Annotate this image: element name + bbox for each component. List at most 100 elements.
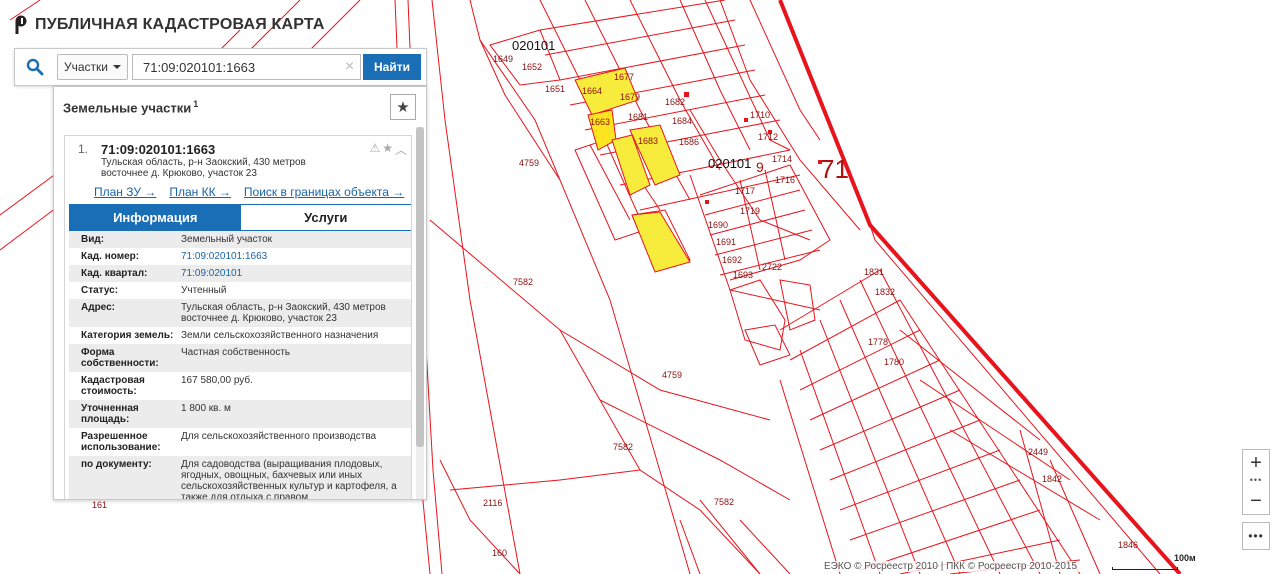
tab-information[interactable]: Информация [70, 205, 241, 230]
parcel-label: 1679 [620, 92, 640, 102]
parcel-label: 1682 [665, 97, 685, 107]
property-value: Земли сельскохозяйственного назначения [181, 330, 379, 341]
parcel-label: 1710 [750, 110, 770, 120]
parcel-label: 1831 [864, 267, 884, 277]
parcel-label: 1664 [582, 86, 602, 96]
parcel-label: 1649 [493, 54, 513, 64]
properties-table: Вид: Земельный участок Кад. номер: 71:09:0… [69, 231, 411, 499]
close-icon[interactable]: × [339, 54, 361, 80]
parcel-label: 1684 [672, 116, 692, 126]
results-panel: Земельные участки 1 ★ 1. 71:09:020101:166… [53, 86, 427, 500]
record-header[interactable]: 1. 71:09:020101:1663 Тульская область, р… [65, 136, 411, 179]
property-row: Категория земель: Земли сельскохозяйствен… [69, 327, 411, 344]
warning-icon[interactable]: ⚠ [369, 141, 380, 158]
search-type-label: Участки [64, 60, 108, 74]
property-row: Кадастровая стоимость: 167 580,00 руб. [69, 372, 411, 400]
parcel-label: 1842 [1042, 474, 1062, 484]
search-icon[interactable] [15, 49, 55, 85]
search-bar: Участки × Найти [14, 48, 427, 86]
property-row: Разрешенное использование: Для сельскохоз… [69, 428, 411, 456]
parcel-label: 1780 [884, 357, 904, 367]
property-key: Разрешенное использование: [81, 431, 161, 453]
chevron-up-icon[interactable]: ︿ [395, 141, 407, 158]
scrollbar[interactable] [416, 127, 424, 499]
parcel-label: 1719 [740, 206, 760, 216]
property-key: Кад. квартал: [81, 268, 148, 279]
zoom-in-button[interactable]: + [1243, 450, 1269, 476]
property-value: Тульская область, р-н Заокский, 430 метр… [181, 302, 386, 324]
parcel-label: 7582 [613, 442, 633, 452]
property-key: по документу: [81, 459, 152, 470]
parcel-label: 4759 [519, 158, 539, 168]
favorites-button[interactable]: ★ [390, 94, 416, 120]
parcel-label: 1681 [628, 112, 648, 122]
result-count: 1 [193, 98, 199, 109]
record-number: 1. [78, 142, 89, 156]
app-header: ПУБЛИЧНАЯ КАДАСТРОВАЯ КАРТА [14, 14, 325, 36]
parcel-label: 1652 [522, 62, 542, 72]
property-value: Земельный участок [181, 234, 273, 245]
region-label: 71 [820, 154, 849, 184]
star-icon: ★ [396, 99, 410, 116]
parcel-label: 1677 [614, 72, 634, 82]
parcel-label: 1778 [868, 337, 888, 347]
district-label: 9 [756, 159, 764, 175]
zoom-out-button[interactable]: − [1243, 488, 1269, 514]
parcel-label: 7582 [513, 277, 533, 287]
property-row: по документу: Для садоводства (выращивани… [69, 456, 411, 499]
property-key: Форма собственности: [81, 347, 159, 369]
logo-icon [15, 15, 27, 34]
record-cadastral-number[interactable]: 71:09:020101:1663 [101, 142, 405, 157]
property-value: 167 580,00 руб. [181, 375, 253, 386]
map-attribution: ЕЭКО © Росреестр 2010 | ПКК © Росреестр … [820, 561, 1082, 572]
property-row: Статус: Учтенный [69, 282, 411, 299]
property-row: Адрес: Тульская область, р-н Заокский, 43… [69, 299, 411, 327]
parcel-label: 1846 [1118, 540, 1138, 550]
property-row: Кад. номер: 71:09:020101:1663 [69, 248, 411, 265]
quarter-label: 020101 [512, 38, 555, 53]
parcel-label: 1663 [590, 117, 610, 127]
cadastral-number-link[interactable]: 71:09:020101:1663 [181, 248, 411, 265]
zoom-control: + ••• − [1242, 449, 1270, 515]
find-button[interactable]: Найти [363, 54, 421, 80]
property-value: Для сельскохозяйственного производства [181, 431, 377, 442]
property-key: Категория земель: [81, 330, 174, 341]
property-value: Учтенный [181, 285, 227, 296]
tab-services[interactable]: Услуги [240, 205, 411, 230]
result-card: 1. 71:09:020101:1663 Тульская область, р… [64, 135, 412, 499]
property-value: Частная собственность [181, 347, 291, 358]
property-key: Кад. номер: [81, 251, 140, 262]
parcel-label: 2116 [483, 498, 502, 508]
parcel-label: 1686 [679, 137, 699, 147]
chevron-down-icon [113, 65, 121, 69]
parcel-label: 7582 [714, 497, 734, 507]
zoom-level-icon: ••• [1249, 475, 1263, 485]
cadastral-quarter-link[interactable]: 71:09:020101 [181, 265, 411, 282]
parcel-label: 1690 [708, 220, 728, 230]
parcel-label: 1683 [638, 136, 658, 146]
parcel-label: 1717 [735, 186, 755, 196]
more-button[interactable]: ••• [1242, 522, 1270, 550]
search-in-bounds-link[interactable]: Поиск в границах объекта → [244, 185, 404, 199]
scale-bar [1112, 567, 1178, 570]
parcel-label: 1691 [716, 237, 736, 247]
scrollbar-thumb[interactable] [416, 127, 424, 447]
parcel-label: 1714 [772, 154, 792, 164]
search-type-select[interactable]: Участки [57, 54, 128, 80]
property-key: Статус: [81, 285, 119, 296]
parcel-label: 160 [492, 548, 507, 558]
property-key: Кадастровая стоимость: [81, 375, 145, 397]
record-address: Тульская область, р-н Заокский, 430 метр… [101, 157, 306, 179]
app-title: ПУБЛИЧНАЯ КАДАСТРОВАЯ КАРТА [35, 16, 325, 33]
panel-title-text: Земельные участки [63, 100, 192, 116]
star-icon[interactable]: ★ [382, 141, 393, 158]
property-row: Вид: Земельный участок [69, 231, 411, 248]
property-row: Форма собственности: Частная собственност… [69, 344, 411, 372]
plan-kk-link[interactable]: План КК → [169, 185, 231, 199]
record-tabs: Информация Услуги [69, 204, 411, 231]
search-input[interactable] [132, 54, 339, 80]
plan-zu-link[interactable]: План ЗУ → [94, 185, 156, 199]
property-key: Адрес: [81, 302, 115, 313]
property-value: Для садоводства (выращивания плодовых, я… [181, 459, 397, 499]
scale-label: 100м [1174, 553, 1196, 563]
